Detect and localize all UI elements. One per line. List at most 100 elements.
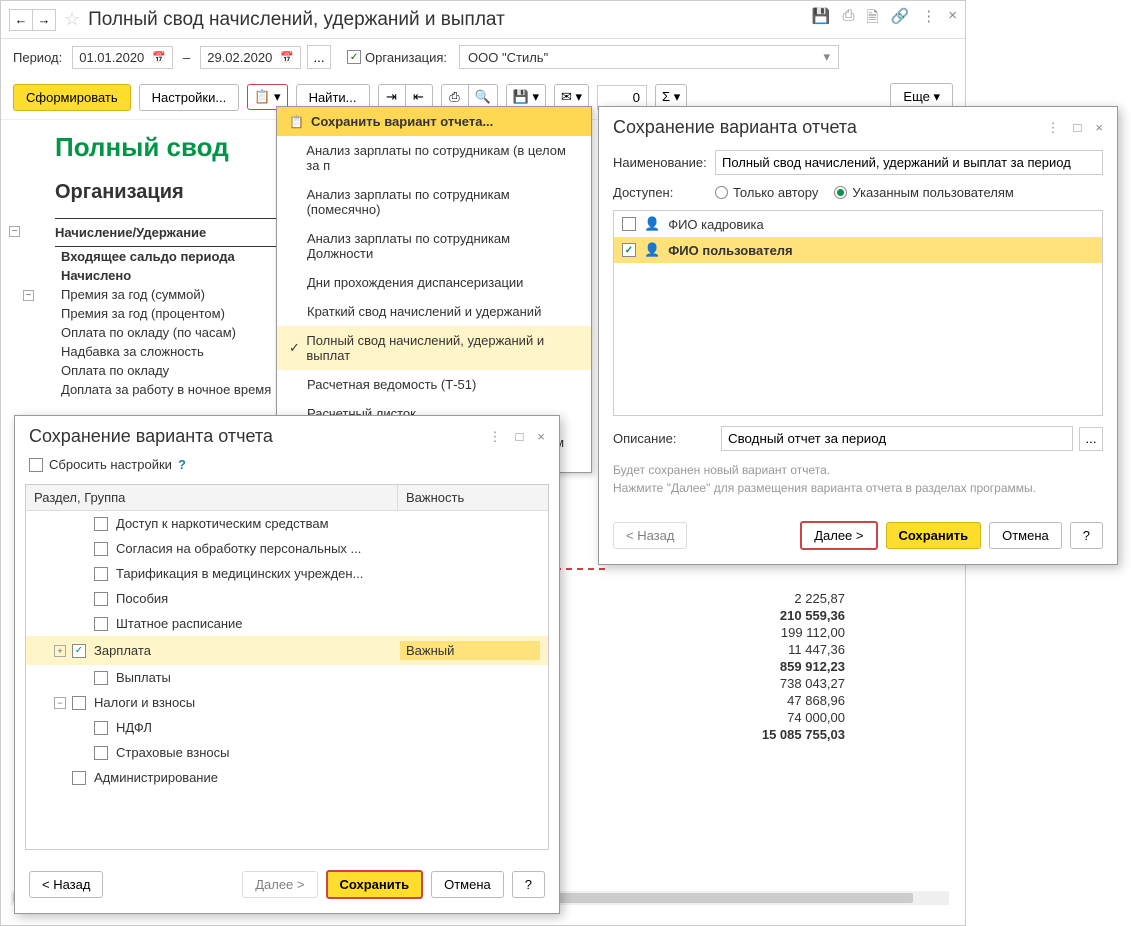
importance-value[interactable]: Важный (400, 641, 540, 660)
next-button[interactable]: Далее > (800, 521, 877, 550)
kebab-icon[interactable]: ⋮ (1047, 120, 1060, 136)
tree-row[interactable]: Доступ к наркотическим средствам (26, 511, 548, 536)
cancel-button[interactable]: Отмена (989, 522, 1062, 549)
radio-icon (834, 186, 847, 199)
generate-button[interactable]: Сформировать (13, 84, 131, 111)
expand-icon[interactable]: − (54, 697, 66, 709)
tree-row[interactable]: Тарификация в медицинских учрежден... (26, 561, 548, 586)
variant-label: Дни прохождения диспансеризации (307, 275, 523, 290)
tree-row[interactable]: Администрирование (26, 765, 548, 790)
row-label: Согласия на обработку персональных ... (116, 541, 540, 556)
date-to-value: 29.02.2020 (207, 50, 272, 65)
calendar-icon[interactable]: 📅 (152, 51, 166, 64)
row-checkbox[interactable] (94, 746, 108, 760)
tree-row[interactable]: Выплаты (26, 665, 548, 690)
desc-more-button[interactable]: ... (1079, 427, 1103, 451)
date-to-input[interactable]: 29.02.2020 📅 (200, 46, 301, 69)
radio-users[interactable]: Указанным пользователям (834, 185, 1013, 200)
favorite-icon[interactable]: ☆ (64, 9, 80, 30)
date-from-value: 01.01.2020 (79, 50, 144, 65)
user-checkbox[interactable] (622, 217, 636, 231)
maximize-icon[interactable]: □ (1074, 120, 1082, 136)
org-value: ООО "Стиль" (468, 50, 548, 65)
variant-label: Анализ зарплаты по сотрудникам Должности (307, 231, 579, 261)
save-button[interactable]: Сохранить (886, 522, 982, 549)
variant-item[interactable]: Расчетная ведомость (Т-51) (277, 370, 591, 399)
tree-row[interactable]: Штатное расписание (26, 611, 548, 636)
back-button[interactable]: < Назад (613, 522, 687, 549)
variant-item[interactable]: Краткий свод начислений и удержаний (277, 297, 591, 326)
report-row: Начислено (55, 266, 277, 285)
row-checkbox[interactable] (94, 721, 108, 735)
kebab-icon[interactable]: ⋮ (921, 7, 936, 32)
doc-icon[interactable]: 🗎 (866, 7, 878, 32)
org-select[interactable]: ООО "Стиль" ▾ (459, 45, 839, 69)
radio-author[interactable]: Только автору (715, 185, 818, 200)
org-checkbox[interactable]: ✓ (347, 50, 361, 64)
row-label: Выплаты (116, 670, 540, 685)
row-checkbox[interactable] (94, 671, 108, 685)
next-button[interactable]: Далее > (242, 871, 317, 898)
help-button[interactable]: ? (1070, 522, 1103, 549)
name-input[interactable] (715, 150, 1103, 175)
link-icon[interactable]: 🔗 (891, 7, 910, 32)
row-checkbox[interactable]: ✓ (72, 644, 86, 658)
back-button[interactable]: < Назад (29, 871, 103, 898)
variant-item[interactable]: Дни прохождения диспансеризации (277, 268, 591, 297)
reset-checkbox[interactable] (29, 458, 43, 472)
row-label: Зарплата (94, 643, 400, 658)
row-checkbox[interactable] (94, 542, 108, 556)
forward-button[interactable]: → (32, 9, 56, 31)
print-icon[interactable]: ⎙ (842, 7, 854, 32)
user-row[interactable]: 👤 ФИО кадровика (614, 211, 1102, 237)
maximize-icon[interactable]: □ (516, 429, 524, 445)
settings-button[interactable]: Настройки... (139, 84, 240, 111)
user-checkbox[interactable]: ✓ (622, 243, 636, 257)
kebab-icon[interactable]: ⋮ (489, 429, 502, 445)
variant-item[interactable]: Анализ зарплаты по сотрудникам Должности (277, 224, 591, 268)
row-label: Тарификация в медицинских учрежден... (116, 566, 540, 581)
save-button[interactable]: Сохранить (326, 870, 424, 899)
summary-value: 74 000,00 (762, 709, 845, 726)
variant-item[interactable]: ✓Полный свод начислений, удержаний и вып… (277, 326, 591, 370)
period-label: Период: (13, 50, 62, 65)
row-checkbox[interactable] (72, 771, 86, 785)
tree-toggle[interactable]: − (23, 290, 34, 301)
tree-row[interactable]: − Налоги и взносы (26, 690, 548, 715)
help-button[interactable]: ? (512, 871, 545, 898)
cancel-button[interactable]: Отмена (431, 871, 504, 898)
period-bar: Период: 01.01.2020 📅 – 29.02.2020 📅 ... … (1, 39, 965, 75)
help-link[interactable]: ? (178, 457, 186, 472)
period-more-button[interactable]: ... (307, 45, 331, 69)
row-checkbox[interactable] (94, 517, 108, 531)
row-label: Налоги и взносы (94, 695, 540, 710)
tree-row[interactable]: НДФЛ (26, 715, 548, 740)
tree-row[interactable]: Пособия (26, 586, 548, 611)
user-row[interactable]: ✓ 👤 ФИО пользователя (614, 237, 1102, 263)
save-variant-item[interactable]: 📋 Сохранить вариант отчета... (277, 107, 591, 136)
close-icon[interactable]: × (537, 429, 545, 445)
expand-icon[interactable]: + (54, 645, 66, 657)
close-icon[interactable]: × (948, 7, 957, 32)
date-from-input[interactable]: 01.01.2020 📅 (72, 46, 173, 69)
tree-row[interactable]: + ✓ ЗарплатаВажный (26, 636, 548, 665)
close-icon[interactable]: × (1095, 120, 1103, 136)
variant-item[interactable]: Анализ зарплаты по сотрудникам (помесячн… (277, 180, 591, 224)
tree-toggle[interactable]: − (9, 226, 20, 237)
row-checkbox[interactable] (94, 617, 108, 631)
report-row: Премия за год (процентом) (55, 304, 277, 323)
variant-item[interactable]: Анализ зарплаты по сотрудникам (в целом … (277, 136, 591, 180)
back-button[interactable]: ← (9, 9, 33, 31)
row-checkbox[interactable] (94, 592, 108, 606)
row-label: Доступ к наркотическим средствам (116, 516, 540, 531)
calendar-icon[interactable]: 📅 (280, 51, 294, 64)
save-icon[interactable]: 💾 (812, 7, 831, 32)
org-checkbox-wrap[interactable]: ✓ Организация: (347, 50, 453, 65)
tree-row[interactable]: Согласия на обработку персональных ... (26, 536, 548, 561)
row-checkbox[interactable] (94, 567, 108, 581)
col-section: Раздел, Группа (26, 485, 398, 510)
report-title: Полный свод (55, 132, 277, 163)
row-checkbox[interactable] (72, 696, 86, 710)
desc-input[interactable] (721, 426, 1073, 451)
tree-row[interactable]: Страховые взносы (26, 740, 548, 765)
